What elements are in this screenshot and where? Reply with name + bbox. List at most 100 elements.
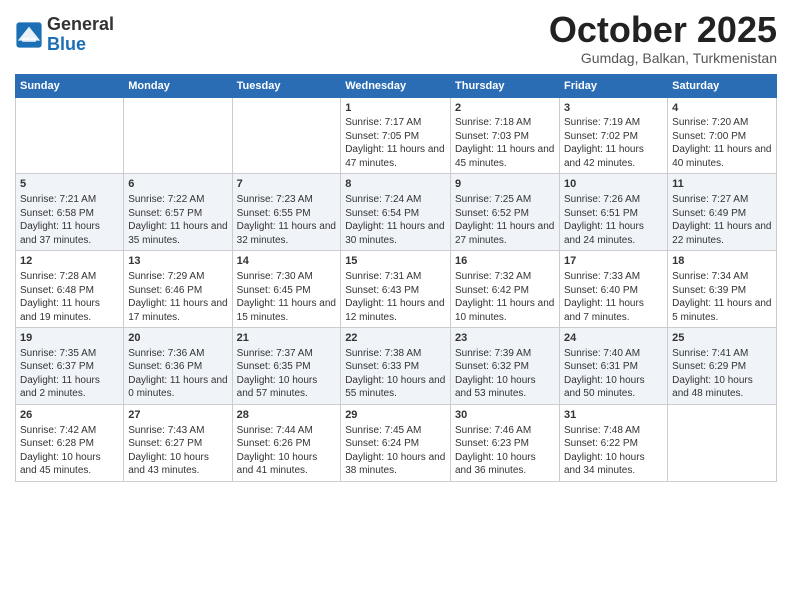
day-number: 19: [20, 331, 119, 346]
day-info: Sunrise: 7:39 AM Sunset: 6:32 PM Dayligh…: [455, 347, 555, 401]
day-cell: 27Sunrise: 7:43 AM Sunset: 6:27 PM Dayli…: [124, 404, 232, 481]
day-number: 26: [20, 408, 119, 423]
day-cell: 22Sunrise: 7:38 AM Sunset: 6:33 PM Dayli…: [341, 328, 451, 405]
day-cell: 26Sunrise: 7:42 AM Sunset: 6:28 PM Dayli…: [16, 404, 124, 481]
day-number: 23: [455, 331, 555, 346]
day-number: 30: [455, 408, 555, 423]
logo: General Blue: [15, 15, 114, 55]
week-row-3: 12Sunrise: 7:28 AM Sunset: 6:48 PM Dayli…: [16, 251, 777, 328]
day-cell: [668, 404, 777, 481]
day-info: Sunrise: 7:28 AM Sunset: 6:48 PM Dayligh…: [20, 270, 119, 324]
day-info: Sunrise: 7:17 AM Sunset: 7:05 PM Dayligh…: [345, 116, 446, 170]
day-cell: 31Sunrise: 7:48 AM Sunset: 6:22 PM Dayli…: [559, 404, 667, 481]
day-info: Sunrise: 7:41 AM Sunset: 6:29 PM Dayligh…: [672, 347, 772, 401]
day-cell: 28Sunrise: 7:44 AM Sunset: 6:26 PM Dayli…: [232, 404, 341, 481]
day-number: 12: [20, 254, 119, 269]
day-number: 10: [564, 177, 663, 192]
day-info: Sunrise: 7:46 AM Sunset: 6:23 PM Dayligh…: [455, 424, 555, 478]
logo-blue: Blue: [47, 35, 114, 55]
day-cell: [16, 97, 124, 174]
col-wednesday: Wednesday: [341, 74, 451, 97]
day-cell: [232, 97, 341, 174]
day-info: Sunrise: 7:25 AM Sunset: 6:52 PM Dayligh…: [455, 193, 555, 247]
col-friday: Friday: [559, 74, 667, 97]
day-number: 31: [564, 408, 663, 423]
day-cell: 9Sunrise: 7:25 AM Sunset: 6:52 PM Daylig…: [451, 174, 560, 251]
day-number: 21: [237, 331, 337, 346]
day-cell: 20Sunrise: 7:36 AM Sunset: 6:36 PM Dayli…: [124, 328, 232, 405]
day-number: 2: [455, 101, 555, 116]
week-row-1: 1Sunrise: 7:17 AM Sunset: 7:05 PM Daylig…: [16, 97, 777, 174]
day-cell: 24Sunrise: 7:40 AM Sunset: 6:31 PM Dayli…: [559, 328, 667, 405]
day-number: 8: [345, 177, 446, 192]
day-info: Sunrise: 7:43 AM Sunset: 6:27 PM Dayligh…: [128, 424, 227, 478]
week-row-5: 26Sunrise: 7:42 AM Sunset: 6:28 PM Dayli…: [16, 404, 777, 481]
day-number: 7: [237, 177, 337, 192]
day-number: 22: [345, 331, 446, 346]
day-number: 24: [564, 331, 663, 346]
day-info: Sunrise: 7:23 AM Sunset: 6:55 PM Dayligh…: [237, 193, 337, 247]
day-cell: 29Sunrise: 7:45 AM Sunset: 6:24 PM Dayli…: [341, 404, 451, 481]
day-number: 20: [128, 331, 227, 346]
day-info: Sunrise: 7:37 AM Sunset: 6:35 PM Dayligh…: [237, 347, 337, 401]
day-cell: 11Sunrise: 7:27 AM Sunset: 6:49 PM Dayli…: [668, 174, 777, 251]
day-cell: 10Sunrise: 7:26 AM Sunset: 6:51 PM Dayli…: [559, 174, 667, 251]
day-info: Sunrise: 7:33 AM Sunset: 6:40 PM Dayligh…: [564, 270, 663, 324]
day-info: Sunrise: 7:44 AM Sunset: 6:26 PM Dayligh…: [237, 424, 337, 478]
day-number: 13: [128, 254, 227, 269]
logo-icon: [15, 21, 43, 49]
day-cell: 7Sunrise: 7:23 AM Sunset: 6:55 PM Daylig…: [232, 174, 341, 251]
logo-text: General Blue: [47, 15, 114, 55]
day-info: Sunrise: 7:21 AM Sunset: 6:58 PM Dayligh…: [20, 193, 119, 247]
calendar-title: October 2025: [549, 10, 777, 50]
day-cell: 21Sunrise: 7:37 AM Sunset: 6:35 PM Dayli…: [232, 328, 341, 405]
header: General Blue October 2025 Gumdag, Balkan…: [15, 10, 777, 66]
day-number: 6: [128, 177, 227, 192]
day-number: 27: [128, 408, 227, 423]
day-info: Sunrise: 7:48 AM Sunset: 6:22 PM Dayligh…: [564, 424, 663, 478]
day-number: 11: [672, 177, 772, 192]
day-number: 29: [345, 408, 446, 423]
day-info: Sunrise: 7:19 AM Sunset: 7:02 PM Dayligh…: [564, 116, 663, 170]
day-number: 16: [455, 254, 555, 269]
day-info: Sunrise: 7:36 AM Sunset: 6:36 PM Dayligh…: [128, 347, 227, 401]
day-cell: 1Sunrise: 7:17 AM Sunset: 7:05 PM Daylig…: [341, 97, 451, 174]
day-cell: 6Sunrise: 7:22 AM Sunset: 6:57 PM Daylig…: [124, 174, 232, 251]
day-cell: 17Sunrise: 7:33 AM Sunset: 6:40 PM Dayli…: [559, 251, 667, 328]
day-number: 17: [564, 254, 663, 269]
day-info: Sunrise: 7:35 AM Sunset: 6:37 PM Dayligh…: [20, 347, 119, 401]
day-number: 3: [564, 101, 663, 116]
day-info: Sunrise: 7:40 AM Sunset: 6:31 PM Dayligh…: [564, 347, 663, 401]
day-number: 9: [455, 177, 555, 192]
calendar-subtitle: Gumdag, Balkan, Turkmenistan: [549, 50, 777, 66]
day-info: Sunrise: 7:45 AM Sunset: 6:24 PM Dayligh…: [345, 424, 446, 478]
day-cell: 8Sunrise: 7:24 AM Sunset: 6:54 PM Daylig…: [341, 174, 451, 251]
day-cell: 14Sunrise: 7:30 AM Sunset: 6:45 PM Dayli…: [232, 251, 341, 328]
day-info: Sunrise: 7:42 AM Sunset: 6:28 PM Dayligh…: [20, 424, 119, 478]
day-cell: 16Sunrise: 7:32 AM Sunset: 6:42 PM Dayli…: [451, 251, 560, 328]
day-number: 5: [20, 177, 119, 192]
day-cell: 5Sunrise: 7:21 AM Sunset: 6:58 PM Daylig…: [16, 174, 124, 251]
day-number: 15: [345, 254, 446, 269]
title-block: October 2025 Gumdag, Balkan, Turkmenista…: [549, 10, 777, 66]
week-row-2: 5Sunrise: 7:21 AM Sunset: 6:58 PM Daylig…: [16, 174, 777, 251]
day-info: Sunrise: 7:34 AM Sunset: 6:39 PM Dayligh…: [672, 270, 772, 324]
header-row: Sunday Monday Tuesday Wednesday Thursday…: [16, 74, 777, 97]
day-cell: 18Sunrise: 7:34 AM Sunset: 6:39 PM Dayli…: [668, 251, 777, 328]
day-number: 14: [237, 254, 337, 269]
day-cell: [124, 97, 232, 174]
day-number: 4: [672, 101, 772, 116]
day-info: Sunrise: 7:18 AM Sunset: 7:03 PM Dayligh…: [455, 116, 555, 170]
day-cell: 30Sunrise: 7:46 AM Sunset: 6:23 PM Dayli…: [451, 404, 560, 481]
day-info: Sunrise: 7:24 AM Sunset: 6:54 PM Dayligh…: [345, 193, 446, 247]
week-row-4: 19Sunrise: 7:35 AM Sunset: 6:37 PM Dayli…: [16, 328, 777, 405]
col-sunday: Sunday: [16, 74, 124, 97]
col-tuesday: Tuesday: [232, 74, 341, 97]
day-info: Sunrise: 7:31 AM Sunset: 6:43 PM Dayligh…: [345, 270, 446, 324]
day-info: Sunrise: 7:27 AM Sunset: 6:49 PM Dayligh…: [672, 193, 772, 247]
day-cell: 4Sunrise: 7:20 AM Sunset: 7:00 PM Daylig…: [668, 97, 777, 174]
day-number: 18: [672, 254, 772, 269]
day-cell: 2Sunrise: 7:18 AM Sunset: 7:03 PM Daylig…: [451, 97, 560, 174]
day-cell: 25Sunrise: 7:41 AM Sunset: 6:29 PM Dayli…: [668, 328, 777, 405]
col-monday: Monday: [124, 74, 232, 97]
